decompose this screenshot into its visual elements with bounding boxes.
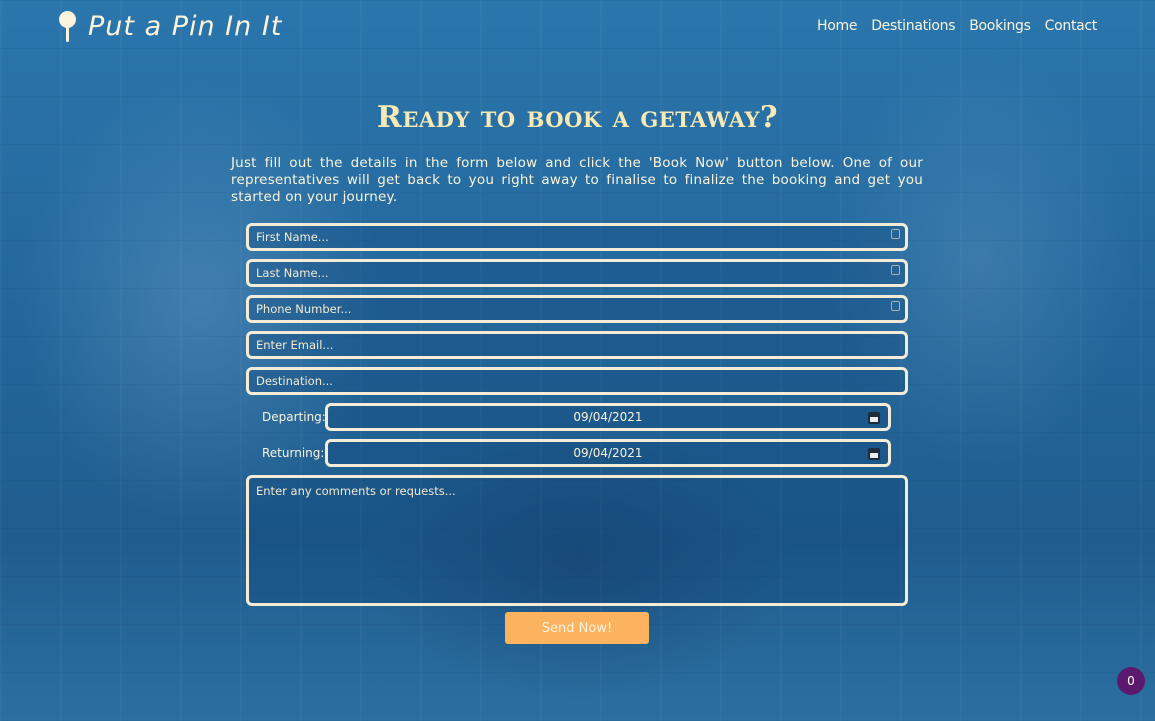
email-input[interactable]: [246, 331, 908, 359]
returning-date-value: 09/04/2021: [573, 446, 643, 460]
last-name-wrapper: [246, 259, 908, 287]
main-nav: Home Destinations Bookings Contact: [817, 18, 1097, 34]
intro-text: Just fill out the details in the form be…: [231, 155, 923, 205]
autofill-icon: [891, 265, 900, 275]
pin-icon: [58, 8, 78, 44]
first-name-input[interactable]: [246, 223, 908, 251]
autofill-icon: [891, 229, 900, 239]
last-name-input[interactable]: [246, 259, 908, 287]
first-name-wrapper: [246, 223, 908, 251]
calendar-icon[interactable]: [868, 412, 880, 424]
brand-title: Put a Pin In It: [88, 10, 283, 42]
autofill-icon: [891, 301, 900, 311]
nav-contact[interactable]: Contact: [1045, 18, 1098, 34]
phone-wrapper: [246, 295, 908, 323]
destination-input[interactable]: [246, 367, 908, 395]
nav-destinations[interactable]: Destinations: [871, 18, 955, 34]
departing-label: Departing:: [262, 410, 326, 424]
brand-logo[interactable]: Put a Pin In It: [58, 8, 282, 44]
nav-home[interactable]: Home: [817, 18, 857, 34]
returning-date-input[interactable]: 09/04/2021: [325, 439, 891, 467]
departing-date-input[interactable]: 09/04/2021: [325, 403, 891, 431]
notification-badge[interactable]: 0: [1117, 667, 1145, 695]
send-button[interactable]: Send Now!: [505, 612, 649, 644]
nav-bookings[interactable]: Bookings: [969, 18, 1031, 34]
departing-date-value: 09/04/2021: [573, 410, 643, 424]
calendar-icon[interactable]: [868, 448, 880, 460]
returning-label: Returning:: [262, 446, 325, 460]
phone-input[interactable]: [246, 295, 908, 323]
page-title: Ready to book a getaway?: [376, 100, 779, 135]
comments-textarea[interactable]: [246, 475, 908, 606]
